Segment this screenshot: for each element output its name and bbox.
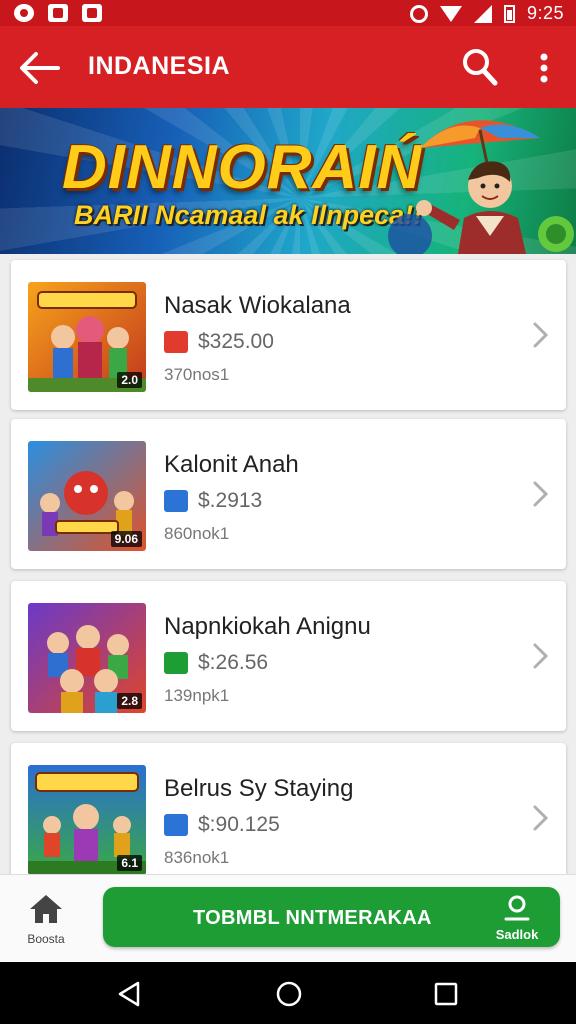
item-thumbnail: 6.1	[28, 765, 146, 875]
item-meta: 139npk1	[164, 686, 230, 705]
nav-back-icon[interactable]	[116, 980, 144, 1008]
item-thumbnail: 2.8	[28, 603, 146, 713]
back-button[interactable]	[18, 48, 62, 88]
item-meta: 860nok1	[164, 524, 230, 543]
nav-home-icon[interactable]	[275, 980, 303, 1008]
list-item[interactable]: 2.0 Nasak Wiokalana $325.00 370nos1	[11, 260, 566, 410]
item-price: $:90.125	[198, 813, 280, 836]
cta-side-label: Sadlok	[495, 927, 539, 942]
item-title: Belrus Sy Staying	[164, 775, 354, 802]
item-meta: 836nok1	[164, 848, 230, 867]
shop-bag-icon	[164, 814, 188, 836]
price-row: $:26.56	[164, 651, 268, 675]
status-time: 9:25	[526, 3, 564, 23]
app-bar: INDANESIA	[0, 26, 576, 108]
item-title: Napnkiokah Anignu	[164, 613, 371, 640]
item-thumbnail: 2.0	[28, 282, 146, 392]
banner-character-illustration	[388, 120, 574, 254]
shop-bag-icon	[164, 331, 188, 353]
item-price: $:26.56	[198, 651, 269, 674]
list-item[interactable]: 9.06 Kalonit Anah $.2913 860nok1	[11, 419, 566, 569]
bottom-action-bar: Boosta TOBMBL NNTMERAKAA Sadlok	[0, 874, 576, 962]
home-icon	[30, 895, 62, 923]
alarm-icon	[409, 4, 428, 23]
thumbnail-badge: 9.06	[110, 531, 142, 547]
chevron-right-icon	[533, 481, 549, 507]
status-bar: 9:25	[0, 0, 576, 26]
item-title: Kalonit Anah	[164, 451, 299, 478]
home-tab-label: Boosta	[27, 932, 65, 946]
battery-icon	[503, 4, 515, 23]
user-lock-icon	[504, 895, 530, 921]
nav-recent-icon[interactable]	[434, 982, 458, 1006]
price-row: $:90.125	[164, 813, 280, 837]
thumbnail-badge: 6.1	[117, 855, 142, 871]
item-title: Nasak Wiokalana	[164, 292, 351, 319]
price-row: $.2913	[164, 489, 262, 513]
wifi-icon	[439, 5, 462, 22]
search-icon	[463, 49, 498, 86]
search-button[interactable]	[460, 46, 500, 88]
item-meta: 370nos1	[164, 365, 230, 384]
chevron-right-icon	[533, 322, 549, 348]
shop-bag-icon	[164, 652, 188, 674]
item-price: $.2913	[198, 489, 263, 512]
cta-label: TOBMBL NNTMERAKAA	[193, 907, 432, 929]
banner-title: DINNORAIŃ	[62, 133, 423, 202]
system-nav-bar	[0, 962, 576, 1024]
more-options-button[interactable]	[530, 48, 558, 88]
page-title: INDANESIA	[88, 52, 231, 80]
banner-subtitle: BARII Ncamaal ak Ilnpeca!!	[74, 200, 423, 230]
shop-bag-icon	[164, 490, 188, 512]
item-thumbnail: 9.06	[28, 441, 146, 551]
back-arrow-icon	[20, 52, 60, 84]
primary-cta-button[interactable]: TOBMBL NNTMERAKAA Sadlok	[103, 887, 560, 947]
home-tab[interactable]: Boosta	[10, 893, 82, 953]
chevron-right-icon	[533, 805, 549, 831]
item-price: $325.00	[198, 330, 274, 353]
list-item[interactable]: 6.1 Belrus Sy Staying $:90.125 836nok1	[11, 743, 566, 893]
check-icon	[82, 4, 102, 22]
thumbnail-badge: 2.8	[117, 693, 142, 709]
notification-icon	[48, 4, 68, 22]
close-circle-icon	[14, 4, 34, 22]
promo-banner[interactable]: DINNORAIŃ BARII Ncamaal ak Ilnpeca!!	[0, 108, 576, 254]
price-row: $325.00	[164, 330, 274, 354]
cta-side-action[interactable]: Sadlok	[492, 895, 542, 942]
list-item[interactable]: 2.8 Napnkiokah Anignu $:26.56 139npk1	[11, 581, 566, 731]
more-vert-icon	[540, 53, 548, 83]
signal-icon	[473, 4, 492, 23]
thumbnail-badge: 2.0	[117, 372, 142, 388]
chevron-right-icon	[533, 643, 549, 669]
